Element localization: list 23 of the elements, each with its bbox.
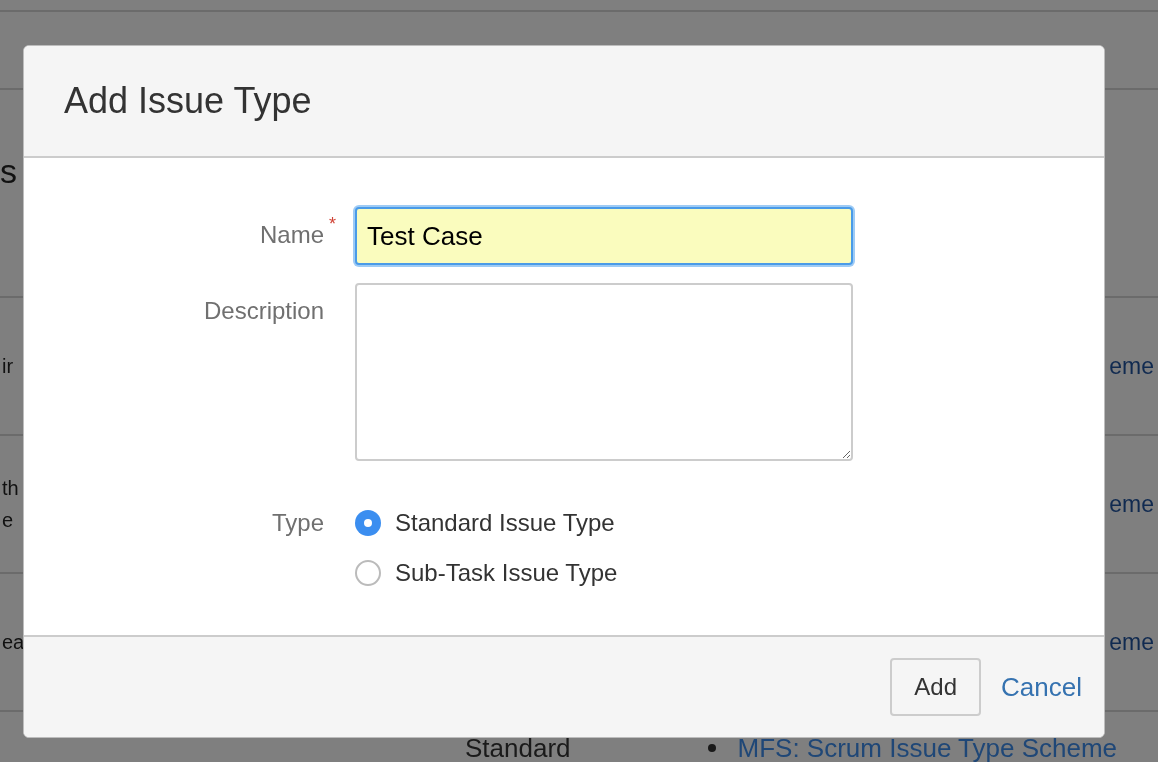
radio-label: Standard Issue Type (395, 508, 615, 538)
field-label: Description (203, 296, 324, 326)
dialog-title: Add Issue Type (64, 79, 312, 123)
type-text: Standard (465, 731, 571, 762)
required-asterisk: * (329, 215, 336, 233)
scheme-link[interactable]: eme (1109, 624, 1158, 660)
radio-button[interactable] (355, 560, 381, 586)
cancel-link[interactable]: Cancel (1001, 667, 1082, 707)
field-label: Name (259, 220, 324, 250)
page-heading: s (0, 152, 17, 190)
bullet-icon (707, 744, 716, 752)
scheme-link[interactable]: eme (1109, 348, 1158, 384)
radio-label: Sub-Task Issue Type (395, 558, 618, 588)
description-text: ea (2, 630, 25, 655)
name-field[interactable]: Test Case (355, 207, 853, 265)
type-label: Type (271, 508, 324, 538)
description-field[interactable] (355, 283, 853, 461)
description-text: e (2, 508, 15, 533)
add-button[interactable]: Add (890, 658, 982, 716)
description-text: th (2, 476, 19, 501)
description-text: ir (2, 354, 14, 379)
scheme-link[interactable]: eme (1109, 486, 1158, 522)
radio-button[interactable] (355, 510, 381, 536)
